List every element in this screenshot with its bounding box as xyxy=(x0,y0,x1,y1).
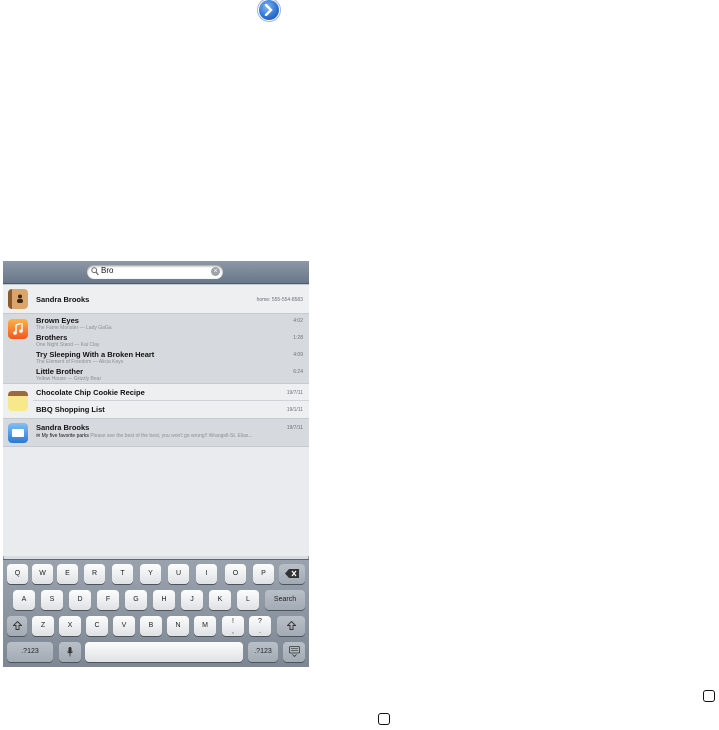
search-key[interactable]: Search xyxy=(265,590,305,610)
key-z[interactable]: Z xyxy=(32,616,54,636)
key-x[interactable]: X xyxy=(59,616,81,636)
note-title: Chocolate Chip Cookie Recipe xyxy=(36,388,145,397)
key-v[interactable]: V xyxy=(113,616,135,636)
numbers-key-right[interactable]: .?123 xyxy=(248,642,278,662)
music-app-icon xyxy=(8,319,28,339)
key-h[interactable]: H xyxy=(153,590,175,610)
song-duration: 4:02 xyxy=(293,318,303,324)
notes-results: Chocolate Chip Cookie Recipe 19/7/11 BBQ… xyxy=(3,383,309,418)
key-a[interactable]: A xyxy=(13,590,35,610)
song-subtitle: Yellow House — Grizzly Bear xyxy=(36,376,102,382)
key-bottom-char: , xyxy=(232,628,234,635)
mail-results: Sandra Brooks 19/7/11 ✉ My five favorite… xyxy=(3,418,309,447)
dictation-key[interactable] xyxy=(59,642,81,662)
search-input[interactable]: Bro × xyxy=(87,265,223,279)
search-query: Bro xyxy=(101,266,114,275)
microphone-icon xyxy=(67,647,73,657)
key-question-period[interactable]: ? . xyxy=(249,616,271,636)
contact-name: Sandra Brooks xyxy=(36,295,90,304)
key-g[interactable]: G xyxy=(125,590,147,610)
key-j[interactable]: J xyxy=(181,590,203,610)
clear-search-icon[interactable]: × xyxy=(211,267,220,276)
key-k[interactable]: K xyxy=(209,590,231,610)
contact-phone: home: 555-554-8583 xyxy=(256,297,303,303)
chevron-right-circle-icon xyxy=(259,0,279,20)
notes-app-icon xyxy=(8,391,28,411)
key-y[interactable]: Y xyxy=(140,564,161,584)
key-s[interactable]: S xyxy=(41,590,63,610)
song-title: Brown Eyes xyxy=(36,316,79,325)
song-title: Little Brother xyxy=(36,367,84,376)
mail-date: 19/7/11 xyxy=(286,425,303,431)
shift-icon xyxy=(285,620,297,630)
song-title: Try Sleeping With a Broken Heart xyxy=(36,350,155,359)
key-e[interactable]: E xyxy=(57,564,78,584)
note-date: 19/1/11 xyxy=(286,407,303,413)
key-m[interactable]: M xyxy=(194,616,216,636)
song-duration: 4:09 xyxy=(293,352,303,358)
key-bottom-char: . xyxy=(259,628,261,635)
contacts-results: Sandra Brooks home: 555-554-8583 xyxy=(3,284,309,313)
song-subtitle: The Fame Monster — Lady GaGa xyxy=(36,325,112,331)
row-divider xyxy=(33,400,309,401)
music-results: Brown Eyes The Fame Monster — Lady GaGa … xyxy=(3,313,309,383)
search-bar: Bro × xyxy=(3,261,309,284)
on-screen-keyboard: Q W E R T Y U I O P A S D F G H J K L Se… xyxy=(3,559,309,667)
home-button-icon xyxy=(378,713,390,725)
song-duration: 6:24 xyxy=(293,369,303,375)
key-u[interactable]: U xyxy=(168,564,189,584)
key-t[interactable]: T xyxy=(112,564,133,584)
mail-snippet: ✉ My five favorite parks Please see the … xyxy=(36,433,302,439)
hide-keyboard-key[interactable] xyxy=(283,642,305,662)
backspace-icon xyxy=(285,569,299,578)
key-r[interactable]: R xyxy=(84,564,105,584)
key-w[interactable]: W xyxy=(32,564,53,584)
ipad-search-screen: Bro × Sandra Brooks home: 555-554-8583 B… xyxy=(3,261,309,667)
space-bar[interactable] xyxy=(85,642,243,662)
key-exclaim-comma[interactable]: ! , xyxy=(222,616,244,636)
key-q[interactable]: Q xyxy=(7,564,28,584)
shift-key-right[interactable] xyxy=(277,616,305,636)
song-subtitle: The Element of Freedom — Alicia Keys xyxy=(36,359,124,365)
shift-icon xyxy=(11,620,23,630)
key-d[interactable]: D xyxy=(69,590,91,610)
key-l[interactable]: L xyxy=(237,590,259,610)
mail-subject: ✉ My five favorite parks xyxy=(36,433,89,439)
key-top-char: ? xyxy=(258,618,262,625)
key-p[interactable]: P xyxy=(253,564,274,584)
key-b[interactable]: B xyxy=(140,616,162,636)
search-results: Sandra Brooks home: 555-554-8583 Brown E… xyxy=(3,284,309,556)
home-button-icon xyxy=(703,690,715,702)
delete-key[interactable] xyxy=(279,564,305,584)
keyboard-dismiss-icon xyxy=(288,646,300,658)
shift-key-left[interactable] xyxy=(7,616,27,636)
note-title: BBQ Shopping List xyxy=(36,405,105,414)
key-n[interactable]: N xyxy=(167,616,189,636)
key-c[interactable]: C xyxy=(86,616,108,636)
mail-app-icon xyxy=(8,423,28,443)
song-subtitle: One Night Stand — Kai Clay xyxy=(36,342,100,348)
contacts-app-icon xyxy=(8,289,28,309)
mail-sender: Sandra Brooks xyxy=(36,423,90,432)
key-f[interactable]: F xyxy=(97,590,119,610)
song-duration: 1:28 xyxy=(293,335,303,341)
mail-body-preview: Please see the best of the best, you won… xyxy=(90,433,253,439)
key-top-char: ! xyxy=(232,618,234,625)
note-date: 19/7/11 xyxy=(286,390,303,396)
numbers-key-left[interactable]: .?123 xyxy=(7,642,53,662)
search-icon xyxy=(91,267,99,276)
key-o[interactable]: O xyxy=(225,564,246,584)
song-title: Brothers xyxy=(36,333,68,342)
key-i[interactable]: I xyxy=(196,564,217,584)
